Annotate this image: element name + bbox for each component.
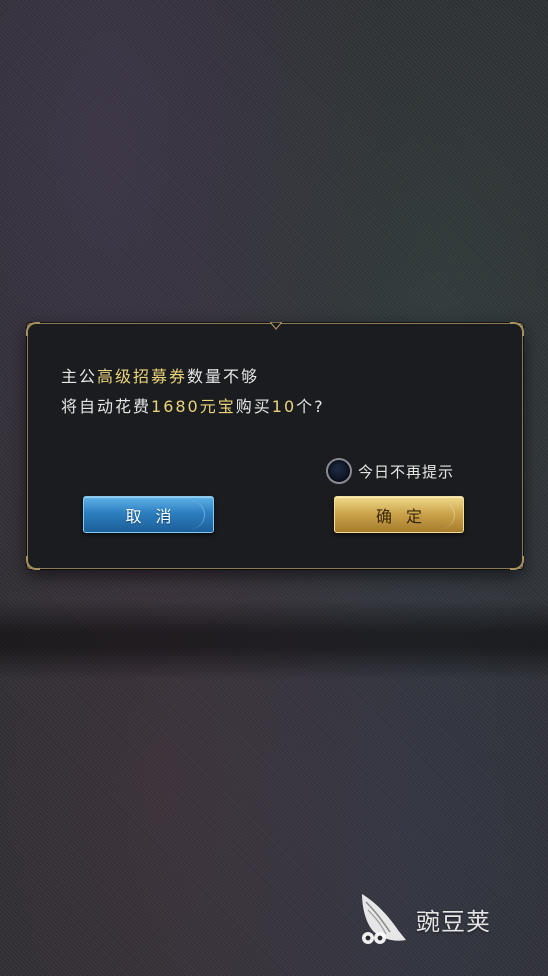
button-shine-decoration <box>184 501 205 529</box>
button-shine-decoration <box>434 501 455 529</box>
dialog-message: 主公高级招募券数量不够 将自动花费1680元宝购买10个? <box>61 362 325 422</box>
message-text: 将自动花费 <box>61 397 152 416</box>
watermark: 豌豆荚 <box>356 890 491 948</box>
peapod-logo-icon <box>362 894 406 944</box>
watermark-text: 豌豆荚 <box>416 907 491 936</box>
message-text: 购买 <box>235 397 272 416</box>
cost-highlight: 1680元宝 <box>151 397 236 416</box>
item-name-highlight: 高级招募券 <box>97 367 188 386</box>
radio-checkbox-icon[interactable] <box>326 458 352 484</box>
message-text: 数量不够 <box>187 367 260 386</box>
dont-remind-today-label[interactable]: 今日不再提示 <box>358 461 454 482</box>
message-text: 主公 <box>61 367 98 386</box>
message-line-1: 主公高级招募券数量不够 <box>61 362 325 392</box>
frame-top-ornament-icon <box>270 322 282 330</box>
message-text: 个? <box>296 397 325 416</box>
confirm-purchase-dialog: 主公高级招募券数量不够 将自动花费1680元宝购买10个? 今日不再提示 取消 … <box>26 322 524 570</box>
frame-corner-ornament <box>510 322 524 336</box>
confirm-button[interactable]: 确定 <box>334 496 464 533</box>
dont-remind-today-option[interactable]: 今日不再提示 <box>326 456 454 486</box>
quantity-highlight: 10 <box>271 397 297 416</box>
cancel-button-label: 取消 <box>125 506 186 526</box>
confirm-button-label: 确定 <box>375 506 436 526</box>
frame-corner-ornament <box>510 556 524 570</box>
frame-corner-ornament <box>26 556 40 570</box>
message-line-2: 将自动花费1680元宝购买10个? <box>61 392 325 422</box>
frame-corner-ornament <box>26 322 40 336</box>
cancel-button[interactable]: 取消 <box>83 496 214 533</box>
background-shadow-band <box>0 600 548 680</box>
